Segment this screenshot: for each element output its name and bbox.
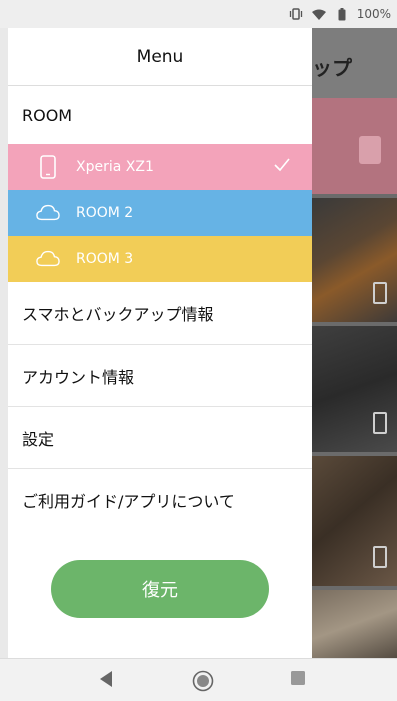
home-icon[interactable] <box>192 670 214 692</box>
status-bar: 100% <box>0 0 397 28</box>
menu-item-guide-about[interactable]: ご利用ガイド/アプリについて <box>8 468 312 530</box>
check-icon <box>274 156 290 177</box>
phone-icon <box>36 155 60 179</box>
recent-apps-icon[interactable] <box>290 670 306 686</box>
vibrate-icon <box>288 7 304 21</box>
battery-percent: 100% <box>356 7 391 21</box>
battery-icon <box>334 7 350 21</box>
phone-icon <box>373 546 387 568</box>
background-photo <box>312 198 397 322</box>
background-tile-document <box>312 98 397 194</box>
cloud-icon <box>36 247 60 271</box>
room-item-xperia-xz1[interactable]: Xperia XZ1 <box>8 144 312 190</box>
room-label: ROOM 3 <box>76 251 134 267</box>
menu-item-account-info[interactable]: アカウント情報 <box>8 344 312 406</box>
room-label: ROOM 2 <box>76 205 134 221</box>
wifi-icon <box>311 7 327 21</box>
back-icon[interactable] <box>98 670 114 688</box>
document-icon <box>359 136 381 164</box>
room-item-room-2[interactable]: ROOM 2 <box>8 190 312 236</box>
menu-item-settings[interactable]: 設定 <box>8 406 312 468</box>
background-photo <box>312 326 397 452</box>
room-label: Xperia XZ1 <box>76 159 154 175</box>
background-photo <box>312 456 397 586</box>
navigation-drawer: Menu ROOM Xperia XZ1 ROOM 2 ROOM 3 スマホとバ… <box>8 28 312 658</box>
restore-button[interactable]: 復元 <box>51 560 269 618</box>
background-app: ップ <box>312 28 397 658</box>
cloud-icon <box>36 201 60 225</box>
rooms-section-label: ROOM <box>22 105 73 125</box>
restore-button-container: 復元 <box>8 560 312 618</box>
menu-item-backup-info[interactable]: スマホとバックアップ情報 <box>8 282 312 344</box>
system-navigation-bar <box>0 658 397 701</box>
phone-icon <box>373 412 387 434</box>
background-title: ップ <box>312 28 397 98</box>
room-item-room-3[interactable]: ROOM 3 <box>8 236 312 282</box>
phone-icon <box>373 282 387 304</box>
drawer-title: Menu <box>8 28 312 86</box>
background-photo <box>312 590 397 658</box>
